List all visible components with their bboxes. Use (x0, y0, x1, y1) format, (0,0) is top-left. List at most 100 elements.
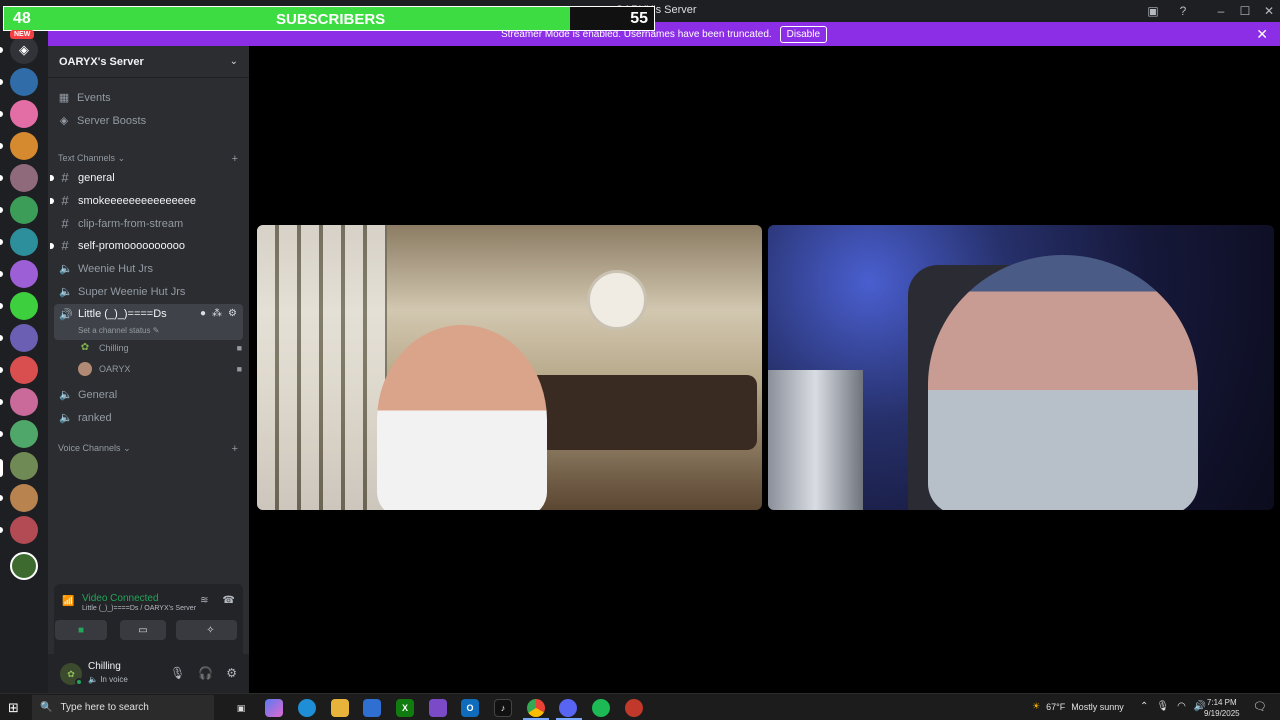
can (768, 370, 863, 510)
channel-clip-farm[interactable]: # clip-farm-from-stream (54, 213, 243, 234)
store-icon[interactable] (363, 699, 381, 717)
speaker-icon: 🔈 (59, 389, 73, 401)
maximize-button[interactable]: ☐ (1236, 3, 1254, 19)
server-name: OARYX's Server (59, 55, 144, 68)
unread-indicator (50, 175, 54, 181)
new-badge: NEW (10, 30, 35, 39)
server-icon[interactable] (10, 260, 38, 288)
subscriber-count: 48 (13, 10, 31, 27)
headphones-icon[interactable]: 🎧 (198, 666, 213, 680)
server-icon-active[interactable] (10, 552, 38, 580)
channel-weenie-hut[interactable]: 🔈 Weenie Hut Jrs (54, 258, 243, 279)
chevron-up-icon[interactable]: ⌃ (1140, 701, 1148, 712)
video-tile[interactable] (768, 225, 1274, 510)
selected-pill (0, 459, 3, 477)
server-icon[interactable] (10, 228, 38, 256)
category-text-channels[interactable]: Text Channels ⌄ + (58, 153, 238, 165)
file-explorer-icon[interactable] (331, 699, 349, 717)
server-icon[interactable] (10, 164, 38, 192)
server-icon[interactable] (10, 356, 38, 384)
avatar[interactable]: ✿ (60, 663, 83, 686)
microphone-icon[interactable]: 🎙 (170, 666, 185, 680)
search-icon: 🔍 (40, 702, 53, 713)
xbox-icon[interactable]: X (396, 699, 414, 717)
channel-self-promo[interactable]: # self-promoooooooooo (50, 235, 243, 256)
inbox-icon[interactable]: ▣ (1144, 3, 1162, 19)
channel-ranked[interactable]: 🔈 ranked (54, 407, 243, 428)
server-icon[interactable] (10, 196, 38, 224)
disable-streamer-mode-button[interactable]: Disable (779, 25, 828, 43)
online-status-dot (75, 678, 83, 686)
channel-smoke[interactable]: # smokeeeeeeeeeeeeeee (50, 190, 243, 211)
close-window-button[interactable]: ✕ (1260, 3, 1278, 19)
chevron-down-icon: ⌄ (229, 56, 238, 67)
server-header[interactable]: OARYX's Server ⌄ (48, 46, 249, 78)
channel-general[interactable]: # general (50, 167, 243, 188)
voice-member[interactable]: ✿ Chilling ■ (78, 338, 248, 358)
direct-messages-icon[interactable]: ◈ (10, 36, 38, 64)
add-channel-icon[interactable]: + (232, 153, 238, 165)
server-icon[interactable] (10, 132, 38, 160)
server-icon[interactable] (10, 324, 38, 352)
gear-icon[interactable]: ⚙ (228, 308, 237, 319)
user-name: Chilling (88, 661, 121, 672)
add-channel-icon[interactable]: + (232, 443, 238, 455)
taskbar-clock[interactable]: 7:14 PM 9/19/2025 (1204, 697, 1240, 719)
app-icon[interactable] (625, 699, 643, 717)
app-icon[interactable] (429, 699, 447, 717)
channel-active-voice[interactable]: 🔊 Little (_)_)====Ds Set a channel statu… (54, 304, 243, 340)
unread-pill (0, 207, 3, 213)
gear-icon[interactable]: ⚙ (226, 666, 237, 680)
weather-widget[interactable]: ☀ 67°F Mostly sunny (1032, 701, 1124, 712)
close-banner-icon[interactable]: ✕ (1256, 26, 1268, 43)
server-icon[interactable] (10, 516, 38, 544)
unread-pill (0, 495, 3, 501)
server-icon[interactable] (10, 68, 38, 96)
outlook-icon[interactable]: O (461, 699, 479, 717)
tiktok-icon[interactable]: ♪ (494, 699, 512, 717)
add-member-icon[interactable]: ⁂ (212, 308, 222, 319)
help-icon[interactable]: ? (1174, 3, 1192, 19)
notification-icon[interactable]: 🗨 (1253, 700, 1267, 713)
user-panel: ✿ Chilling 🔈 In voice 🎙 🎧 ⚙ (48, 654, 249, 693)
voice-location[interactable]: Little (_)_)====Ds / OARYX's Server (82, 605, 196, 612)
unread-pill (0, 79, 3, 85)
windows-start-icon[interactable]: ⊞ (8, 700, 19, 716)
microphone-icon[interactable]: 🎙 (1156, 701, 1169, 712)
discord-icon[interactable] (559, 699, 577, 717)
avatar (78, 362, 92, 376)
minimize-button[interactable]: – (1212, 3, 1230, 19)
chrome-icon[interactable] (527, 699, 545, 717)
screen-share-button[interactable]: ▭ (120, 620, 166, 640)
participant-video (928, 255, 1198, 510)
channel-general-voice[interactable]: 🔈 General (54, 384, 243, 405)
camera-toggle-button[interactable]: ■ (55, 620, 107, 640)
disconnect-icon[interactable]: ☎ (223, 595, 235, 606)
channel-status[interactable]: Set a channel status ✎ (78, 326, 159, 335)
speaker-icon: 🔈 (59, 263, 73, 275)
server-icon[interactable] (10, 420, 38, 448)
noise-suppression-icon[interactable]: ≋ (200, 595, 208, 606)
nav-item-events[interactable]: ▦ Events (58, 91, 111, 105)
unread-pill (0, 271, 3, 277)
task-view-icon[interactable]: ▣ (232, 699, 250, 717)
server-icon[interactable] (10, 100, 38, 128)
server-icon[interactable] (10, 388, 38, 416)
taskbar-search[interactable]: 🔍 Type here to search (32, 695, 214, 720)
server-icon[interactable] (10, 484, 38, 512)
voice-status[interactable]: Video Connected (82, 593, 159, 604)
video-tile[interactable] (257, 225, 762, 510)
edge-icon[interactable] (298, 699, 316, 717)
nav-item-server-boosts[interactable]: ◈ Server Boosts (58, 114, 146, 128)
voice-member[interactable]: OARYX ■ (78, 359, 248, 379)
subscriber-goal-overlay: 48 SUBSCRIBERS 55 (3, 6, 655, 31)
soundboard-button[interactable]: ✧ (184, 620, 237, 640)
copilot-icon[interactable] (265, 699, 283, 717)
category-voice-channels[interactable]: Voice Channels ⌄ + (58, 443, 238, 455)
chat-bubble-icon[interactable]: ● (200, 308, 206, 319)
channel-super-weenie-hut[interactable]: 🔈 Super Weenie Hut Jrs (54, 281, 243, 302)
server-icon[interactable] (10, 452, 38, 480)
spotify-icon[interactable] (592, 699, 610, 717)
server-icon[interactable] (10, 292, 38, 320)
wifi-icon[interactable]: ◠ (1177, 701, 1186, 712)
